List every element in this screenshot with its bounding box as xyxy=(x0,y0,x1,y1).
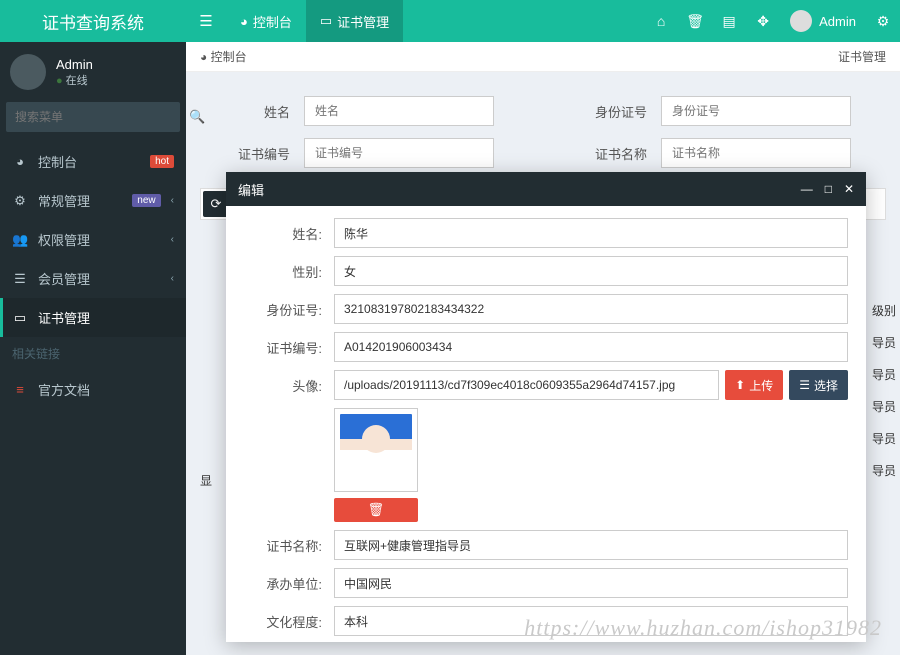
label-name: 姓名 xyxy=(244,218,334,243)
avatar-preview xyxy=(334,408,418,492)
card-icon: ▭ xyxy=(12,310,28,326)
label-id: 身份证号 xyxy=(244,294,334,319)
dashboard-icon: ◕ xyxy=(12,154,28,169)
upload-button[interactable]: ⬆上传 xyxy=(725,370,783,400)
delete-avatar-button[interactable]: 🗑 xyxy=(334,498,418,522)
input-certno[interactable] xyxy=(304,138,494,168)
input-name[interactable] xyxy=(304,96,494,126)
label-certno: 证书编号 xyxy=(244,332,334,357)
avatar-icon xyxy=(10,54,46,90)
gear-icon[interactable]: ⚙ xyxy=(866,13,900,30)
sidebar-item-member[interactable]: ☰ 会员管理 ‹ xyxy=(0,259,186,298)
sidebar-search[interactable]: 🔍 xyxy=(6,102,180,132)
breadcrumb-current: 证书管理 xyxy=(838,48,886,65)
cell: 导员 xyxy=(872,462,896,476)
list-icon: ≡ xyxy=(12,382,28,397)
sidebar-item-label: 权限管理 xyxy=(38,230,161,249)
sidebar-item-label: 官方文档 xyxy=(38,380,174,399)
user-menu[interactable]: Admin xyxy=(780,10,866,32)
col-header-level: 级别 xyxy=(872,302,896,316)
sidebar-user-panel: Admin ●在线 xyxy=(0,42,186,102)
label-certno: 证书编号 xyxy=(186,144,304,163)
sidebar-item-label: 证书管理 xyxy=(38,308,174,327)
label-org: 承办单位 xyxy=(244,568,334,593)
menu-toggle-icon[interactable]: ☰ xyxy=(186,12,226,30)
sidebar-item-label: 会员管理 xyxy=(38,269,161,288)
maximize-icon[interactable]: □ xyxy=(825,182,832,196)
upload-icon: ⬆ xyxy=(735,378,745,392)
cell: 导员 xyxy=(872,334,896,348)
tab-dashboard-label: 控制台 xyxy=(253,12,292,31)
sidebar-item-docs[interactable]: ≡ 官方文档 xyxy=(0,370,186,409)
field-avatar-path[interactable] xyxy=(334,370,719,400)
avatar-icon xyxy=(790,10,812,32)
pager-label: 显 xyxy=(200,472,212,489)
trash-icon[interactable]: 🗑 xyxy=(678,13,712,30)
sidebar-item-dashboard[interactable]: ◕ 控制台 hot xyxy=(0,142,186,181)
breadcrumb: ◕ 控制台 证书管理 xyxy=(186,42,900,72)
choose-button[interactable]: ☰选择 xyxy=(789,370,848,400)
label-gender: 性别 xyxy=(244,256,334,281)
close-icon[interactable]: ✕ xyxy=(844,182,854,196)
sidebar-item-label: 常规管理 xyxy=(38,191,122,210)
sidebar-item-label: 控制台 xyxy=(38,152,140,171)
modal-title: 编辑 xyxy=(238,180,264,199)
label-certname: 证书名称 xyxy=(543,144,661,163)
sidebar: Admin ●在线 🔍 ◕ 控制台 hot ⚙ 常规管理 new ‹ 👥 权限管… xyxy=(0,42,186,655)
table-peek: 级别 导员 导员 导员 导员 导员 xyxy=(872,302,896,476)
field-edu[interactable] xyxy=(334,606,848,636)
field-name[interactable] xyxy=(334,218,848,248)
sidebar-user-name: Admin xyxy=(56,57,93,72)
chevron-left-icon: ‹ xyxy=(171,195,174,206)
modal-header: 编辑 — □ ✕ xyxy=(226,172,866,206)
modal-body: 姓名 性别 身份证号 证书编号 头像 ⬆上传 ☰选择 🗑 xyxy=(226,206,866,642)
label-edu: 文化程度 xyxy=(244,606,334,631)
cell: 导员 xyxy=(872,398,896,412)
tab-dashboard[interactable]: ◕ 控制台 xyxy=(226,0,306,42)
cogs-icon: ⚙ xyxy=(12,193,28,209)
trash-icon: 🗑 xyxy=(368,502,385,518)
breadcrumb-home[interactable]: 控制台 xyxy=(211,48,247,65)
badge-new: new xyxy=(132,194,160,207)
dashboard-icon: ◕ xyxy=(240,14,248,29)
sidebar-item-cert[interactable]: ▭ 证书管理 xyxy=(0,298,186,337)
group-icon: 👥 xyxy=(12,232,28,248)
search-input[interactable] xyxy=(6,102,179,132)
dashboard-icon: ◕ xyxy=(200,50,211,64)
field-gender[interactable] xyxy=(334,256,848,286)
input-id[interactable] xyxy=(661,96,851,126)
expand-icon[interactable]: ✥ xyxy=(746,13,780,30)
tab-cert-manage[interactable]: ▭ 证书管理 xyxy=(306,0,403,42)
top-header: 证书查询系统 ☰ ◕ 控制台 ▭ 证书管理 ⌂ 🗑 ▤ ✥ Admin ⚙ xyxy=(0,0,900,42)
sidebar-item-general[interactable]: ⚙ 常规管理 new ‹ xyxy=(0,181,186,220)
minimize-icon[interactable]: — xyxy=(801,182,813,196)
label-avatar: 头像 xyxy=(244,370,334,395)
user-name-top: Admin xyxy=(819,14,856,29)
sidebar-item-permission[interactable]: 👥 权限管理 ‹ xyxy=(0,220,186,259)
field-certno[interactable] xyxy=(334,332,848,362)
card-icon: ▭ xyxy=(320,13,332,29)
home-icon[interactable]: ⌂ xyxy=(644,13,678,29)
list-icon: ☰ xyxy=(799,378,810,392)
doc-icon[interactable]: ▤ xyxy=(712,13,746,30)
sidebar-user-status: ●在线 xyxy=(56,72,93,88)
list-icon: ☰ xyxy=(12,271,28,287)
edit-modal: 编辑 — □ ✕ 姓名 性别 身份证号 证书编号 头像 xyxy=(226,172,866,642)
logo: 证书查询系统 xyxy=(0,0,186,42)
tab-cert-manage-label: 证书管理 xyxy=(337,12,389,31)
field-id[interactable] xyxy=(334,294,848,324)
label-id: 身份证号 xyxy=(543,102,661,121)
cell: 导员 xyxy=(872,366,896,380)
label-name: 姓名 xyxy=(186,102,304,121)
field-org[interactable] xyxy=(334,568,848,598)
badge-hot: hot xyxy=(150,155,174,168)
sidebar-section-header: 相关链接 xyxy=(0,337,186,370)
cell: 导员 xyxy=(872,430,896,444)
chevron-left-icon: ‹ xyxy=(171,273,174,284)
field-certname[interactable] xyxy=(334,530,848,560)
label-certname: 证书名称 xyxy=(244,530,334,555)
search-form: 姓名 身份证号 证书编号 证书名称 xyxy=(186,72,900,174)
chevron-left-icon: ‹ xyxy=(171,234,174,245)
input-certname[interactable] xyxy=(661,138,851,168)
